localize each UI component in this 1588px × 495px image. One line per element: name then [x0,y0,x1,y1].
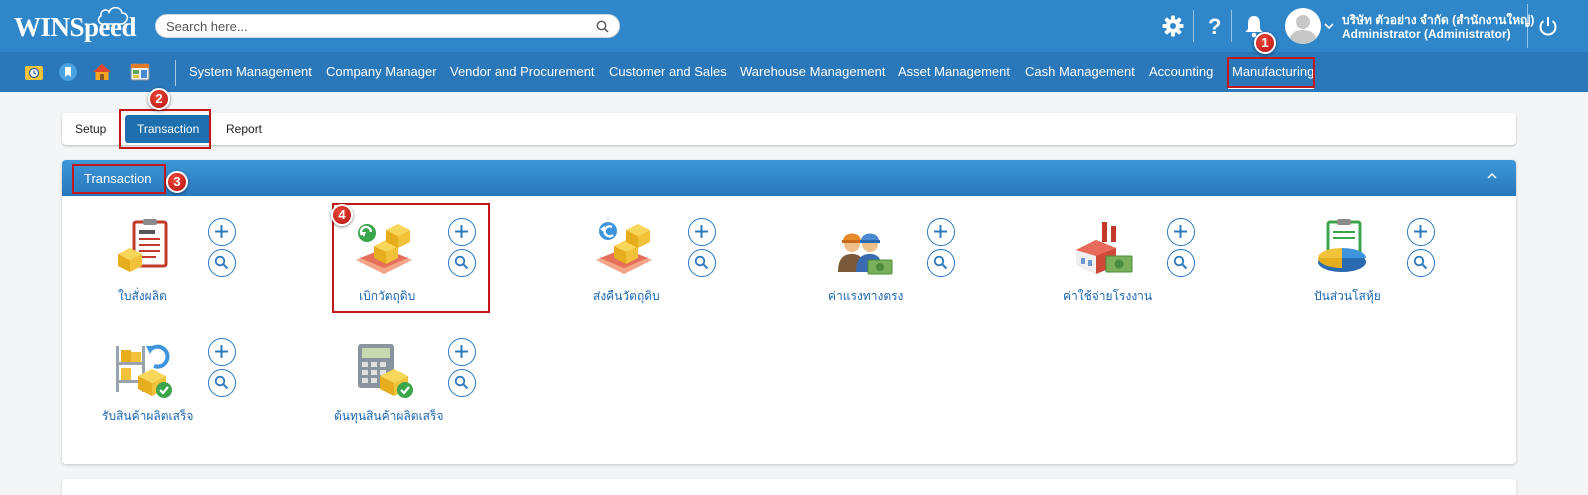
tile-label[interactable]: ค่าใช้จ่ายโรงงาน [1063,287,1152,306]
annotation-box-panel-title [72,164,166,194]
search-button[interactable] [1407,249,1435,277]
plus-icon [1174,225,1187,238]
annotation-badge: 2 [148,88,170,110]
header-separator [1193,10,1194,42]
nav-accounting[interactable]: Accounting [1149,64,1213,79]
magnifier-icon [214,375,229,390]
annotation-box-manufacturing [1227,57,1315,88]
help-question-icon[interactable]: ? [1207,14,1223,38]
plus-icon [695,225,708,238]
power-logout-icon[interactable] [1538,16,1558,36]
tile-label[interactable]: รับสินค้าผลิตเสร็จ [102,407,193,426]
home-icon[interactable] [92,62,112,82]
search-button[interactable] [208,369,236,397]
tile-label[interactable]: ใบสั่งผลิต [118,287,167,306]
header-separator [1231,10,1232,42]
nav-customer-and-sales[interactable]: Customer and Sales [609,64,727,79]
add-button[interactable] [1167,218,1195,246]
direct-labor-icon[interactable] [832,216,896,280]
header-separator [1527,4,1528,48]
chevron-up-icon[interactable] [1486,171,1498,181]
annotation-badge: 3 [166,171,188,193]
material-return-icon[interactable] [592,216,656,280]
clock-folder-icon[interactable] [24,62,44,82]
add-button[interactable] [1407,218,1435,246]
annotation-box-material-requisition [332,203,490,313]
magnifier-icon [214,255,229,270]
nav-separator [175,60,176,86]
user-display-name: Administrator (Administrator) [1342,27,1511,41]
annotation-badge: 1 [1254,32,1276,54]
plus-icon [1414,225,1427,238]
magnifier-icon [933,255,948,270]
production-order-icon[interactable] [112,216,176,280]
bookmark-icon[interactable] [58,62,78,82]
panel-header[interactable]: Transaction [62,160,1516,196]
search-input[interactable] [166,17,586,35]
factory-overhead-icon[interactable] [1072,216,1136,280]
transaction-panel: Transaction ใบสั่งผลิต เบิกวัตถุดิบ ส่งค… [62,160,1516,464]
magnifier-icon [1413,255,1428,270]
plus-icon [215,225,228,238]
nav-company-manager[interactable]: Company Manager [326,64,437,79]
tile-label[interactable]: ค่าแรงทางตรง [828,287,903,306]
overhead-allocation-icon[interactable] [1312,216,1376,280]
tab-setup[interactable]: Setup [75,113,106,145]
search-icon[interactable] [596,20,609,33]
nav-system-management[interactable]: System Management [189,64,312,79]
add-button[interactable] [448,338,476,366]
tile-label[interactable]: ต้นทุนสินค้าผลิตเสร็จ [334,407,443,426]
add-button[interactable] [927,218,955,246]
tab-report[interactable]: Report [226,113,262,145]
next-panel-card [62,479,1516,495]
receive-finished-goods-icon[interactable] [112,336,176,400]
tile-label[interactable]: ส่งคืนวัตถุดิบ [593,287,660,306]
search-button[interactable] [448,369,476,397]
magnifier-icon [694,255,709,270]
nav-warehouse-management[interactable]: Warehouse Management [740,64,886,79]
finished-goods-cost-icon[interactable] [352,336,416,400]
plus-icon [215,345,228,358]
plus-icon [934,225,947,238]
settings-gear-icon[interactable] [1162,15,1184,37]
app-logo[interactable]: WINSpeed [14,12,137,43]
dashboard-window-icon[interactable] [130,62,150,82]
search-button[interactable] [1167,249,1195,277]
add-button[interactable] [208,218,236,246]
search-button[interactable] [208,249,236,277]
user-silhouette-icon [1289,15,1317,44]
nav-cash-management[interactable]: Cash Management [1025,64,1135,79]
user-avatar[interactable] [1285,8,1321,44]
annotation-box-transaction-tab [119,109,211,149]
magnifier-icon [454,375,469,390]
search-button[interactable] [688,249,716,277]
chevron-down-icon[interactable] [1324,22,1334,30]
tile-label[interactable]: ปันส่วนโสหุ้ย [1314,287,1381,306]
module-tab-bar: Setup Transaction Report [62,113,1516,145]
nav-vendor-and-procurement[interactable]: Vendor and Procurement [450,64,595,79]
search-button[interactable] [927,249,955,277]
add-button[interactable] [688,218,716,246]
plus-icon [455,345,468,358]
nav-asset-management[interactable]: Asset Management [898,64,1010,79]
search-box[interactable] [155,14,620,38]
magnifier-icon [1173,255,1188,270]
svg-text:?: ? [1208,14,1221,38]
add-button[interactable] [208,338,236,366]
annotation-badge: 4 [331,204,353,226]
